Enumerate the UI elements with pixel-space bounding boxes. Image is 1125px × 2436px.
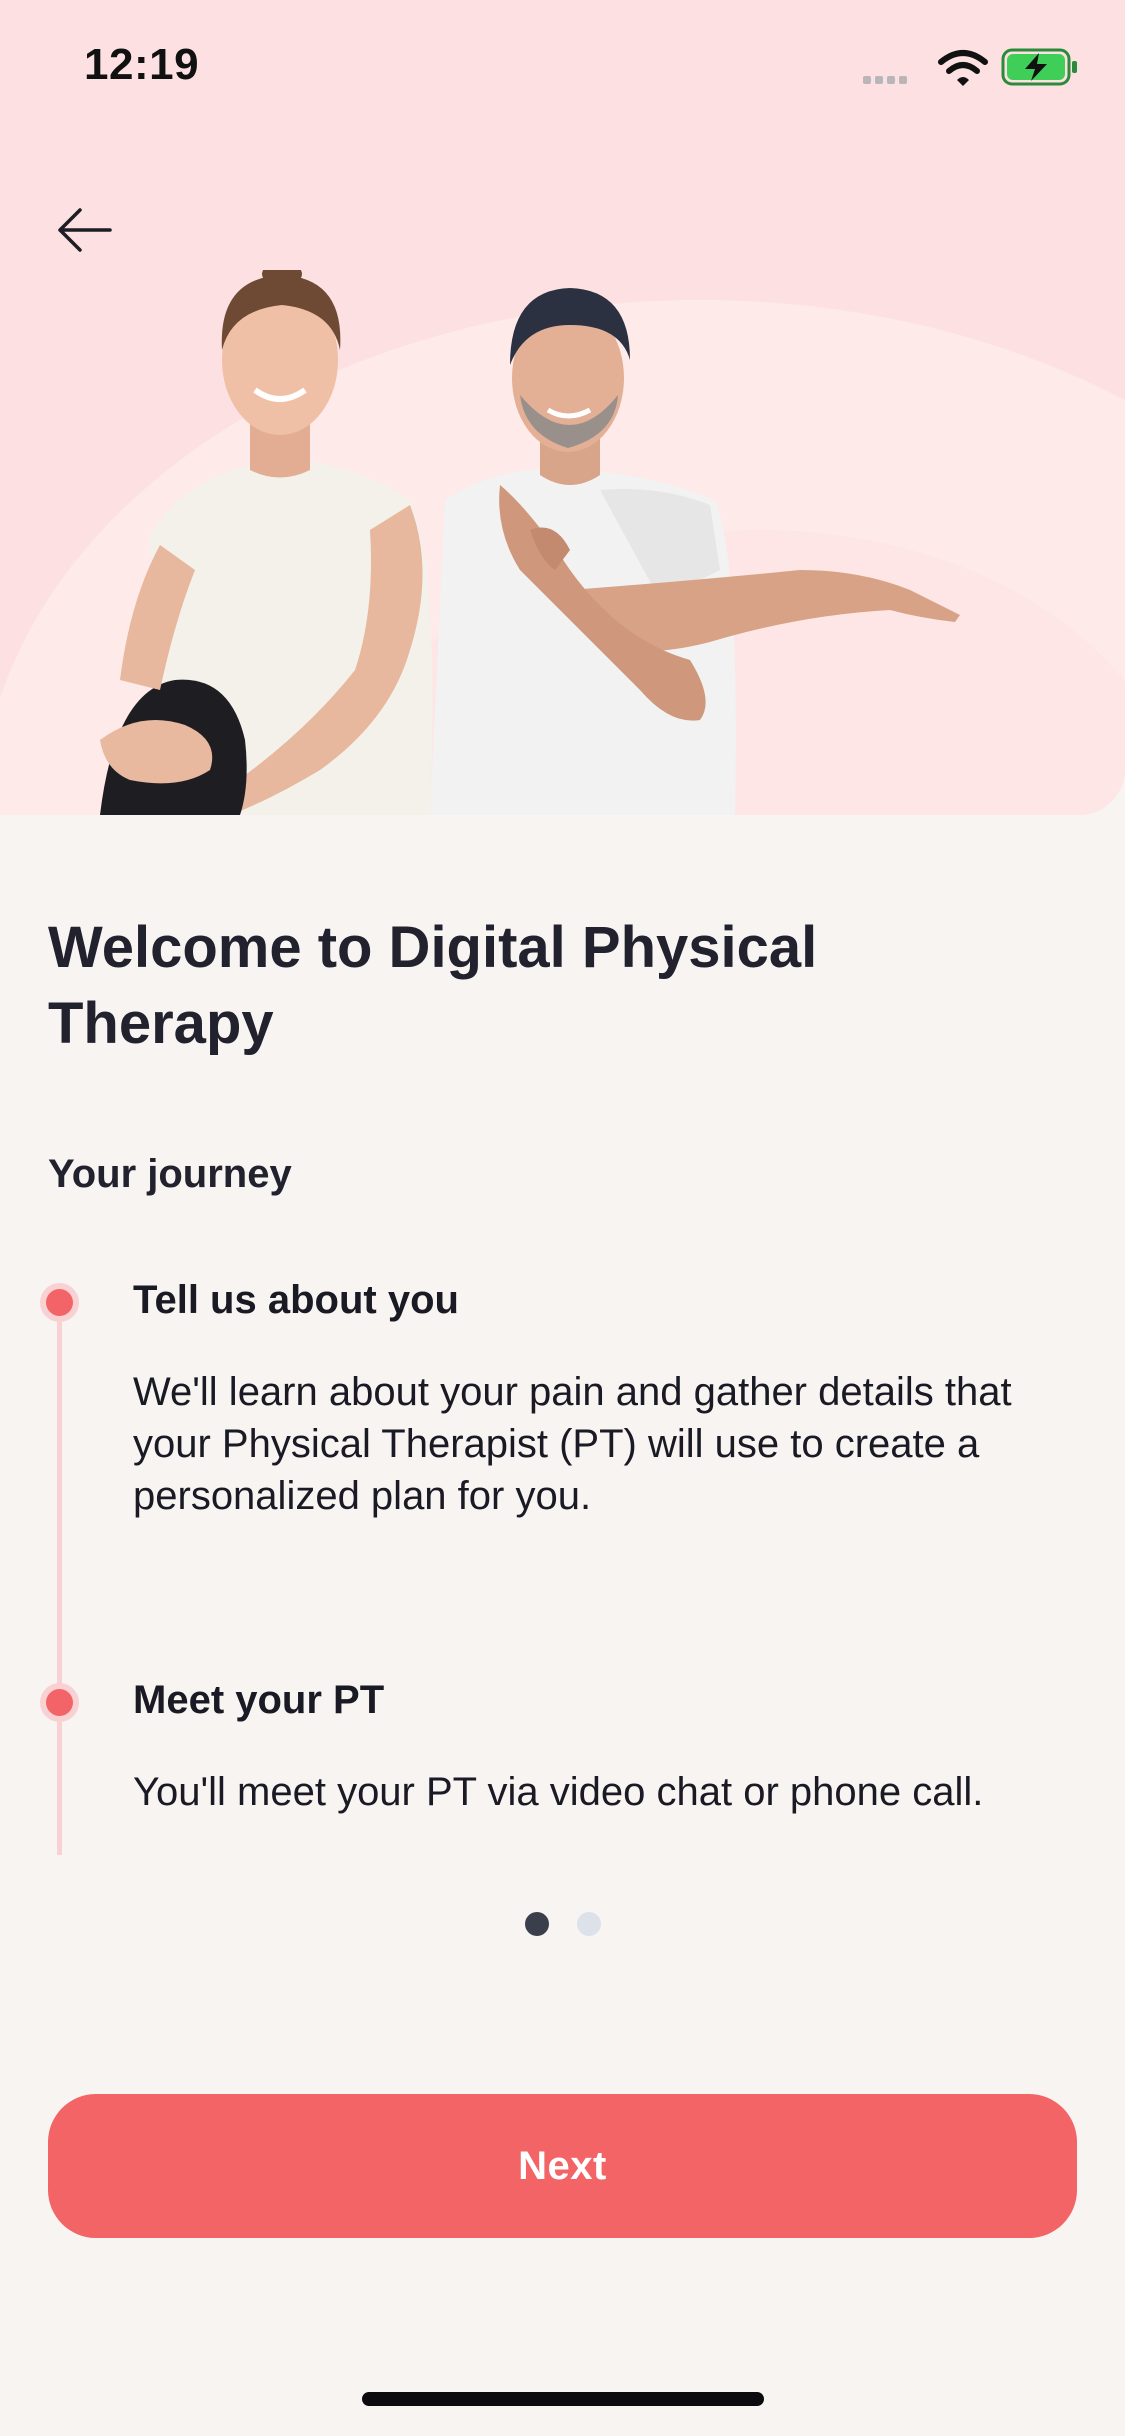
arrow-left-icon — [58, 208, 112, 252]
step-marker-dot — [46, 1289, 73, 1316]
timeline-line — [57, 1304, 62, 1855]
battery-charging-icon — [1001, 48, 1077, 86]
status-bar: 12:19 — [0, 0, 1125, 140]
status-icons — [863, 48, 1077, 86]
step-description: We'll learn about your pain and gather d… — [133, 1370, 1012, 1518]
page-dot[interactable] — [576, 1912, 601, 1936]
step-title: Tell us about you — [133, 1278, 459, 1322]
status-time: 12:19 — [84, 40, 200, 89]
wifi-icon — [938, 50, 988, 86]
journey-timeline[interactable]: Tell us about you We'll learn about your… — [0, 1270, 1125, 1855]
two-people-stretching-illustration — [100, 270, 960, 815]
signal-icon — [863, 76, 907, 84]
section-label-journey: Your journey — [48, 1152, 292, 1196]
step-title: Meet your PT — [133, 1678, 385, 1722]
step-marker-dot — [46, 1689, 73, 1716]
page-indicator — [0, 1912, 1125, 1938]
page-dot-active[interactable] — [524, 1912, 549, 1936]
back-button[interactable] — [44, 190, 124, 270]
woman-figure — [100, 270, 433, 815]
next-button[interactable]: Next — [48, 2094, 1077, 2238]
onboarding-screen: 12:19 Welcome to Digital Physical Therap… — [0, 0, 1125, 2436]
man-figure — [430, 288, 960, 815]
home-indicator[interactable] — [362, 2392, 764, 2406]
page-title: Welcome to Digital Physical Therapy — [48, 915, 818, 1056]
step-description: You'll meet your PT via video chat or ph… — [133, 1770, 984, 1814]
